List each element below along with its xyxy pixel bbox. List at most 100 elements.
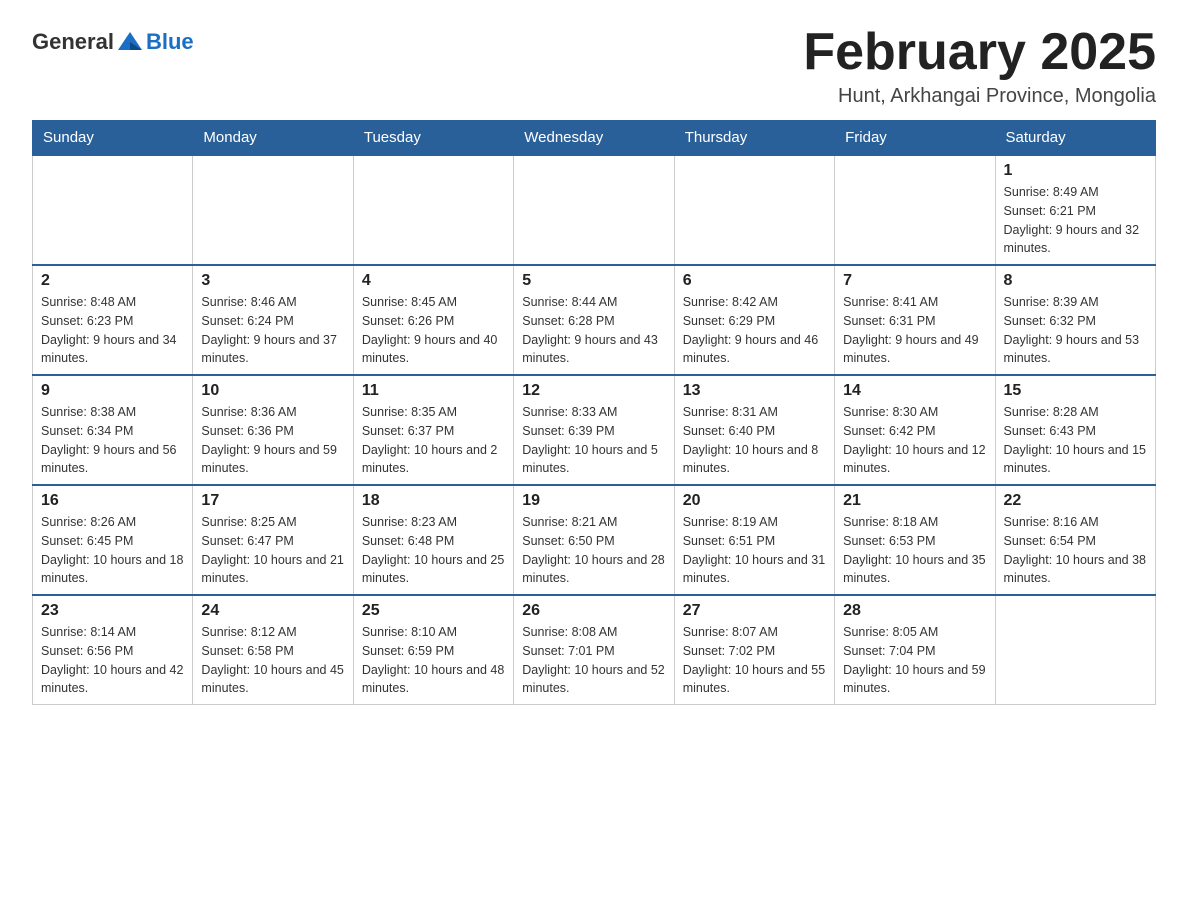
day-number: 4 <box>362 272 505 290</box>
day-number: 15 <box>1004 382 1147 400</box>
day-info: Sunrise: 8:23 AM Sunset: 6:48 PM Dayligh… <box>362 513 505 588</box>
calendar-day: 22 Sunrise: 8:16 AM Sunset: 6:54 PM Dayli… <box>995 485 1155 595</box>
day-info: Sunrise: 8:19 AM Sunset: 6:51 PM Dayligh… <box>683 513 826 588</box>
weekday-header-thursday: Thursday <box>674 121 834 156</box>
day-info: Sunrise: 8:31 AM Sunset: 6:40 PM Dayligh… <box>683 403 826 478</box>
day-number: 13 <box>683 382 826 400</box>
day-number: 25 <box>362 602 505 620</box>
day-number: 26 <box>522 602 665 620</box>
calendar-day: 21 Sunrise: 8:18 AM Sunset: 6:53 PM Dayli… <box>835 485 995 595</box>
day-number: 11 <box>362 382 505 400</box>
day-info: Sunrise: 8:33 AM Sunset: 6:39 PM Dayligh… <box>522 403 665 478</box>
day-info: Sunrise: 8:18 AM Sunset: 6:53 PM Dayligh… <box>843 513 986 588</box>
calendar-week-row: 1 Sunrise: 8:49 AM Sunset: 6:21 PM Daylig… <box>33 155 1156 265</box>
calendar-day: 7 Sunrise: 8:41 AM Sunset: 6:31 PM Daylig… <box>835 265 995 375</box>
day-info: Sunrise: 8:39 AM Sunset: 6:32 PM Dayligh… <box>1004 293 1147 368</box>
calendar-day: 14 Sunrise: 8:30 AM Sunset: 6:42 PM Dayli… <box>835 375 995 485</box>
calendar-day: 19 Sunrise: 8:21 AM Sunset: 6:50 PM Dayli… <box>514 485 674 595</box>
month-title: February 2025 <box>803 24 1156 81</box>
calendar-day: 17 Sunrise: 8:25 AM Sunset: 6:47 PM Dayli… <box>193 485 353 595</box>
day-info: Sunrise: 8:45 AM Sunset: 6:26 PM Dayligh… <box>362 293 505 368</box>
day-number: 1 <box>1004 162 1147 180</box>
day-number: 22 <box>1004 492 1147 510</box>
calendar-header-row: SundayMondayTuesdayWednesdayThursdayFrid… <box>33 121 1156 156</box>
calendar-day: 25 Sunrise: 8:10 AM Sunset: 6:59 PM Dayli… <box>353 595 513 705</box>
day-number: 27 <box>683 602 826 620</box>
calendar-day: 24 Sunrise: 8:12 AM Sunset: 6:58 PM Dayli… <box>193 595 353 705</box>
day-info: Sunrise: 8:49 AM Sunset: 6:21 PM Dayligh… <box>1004 183 1147 258</box>
day-number: 5 <box>522 272 665 290</box>
day-number: 6 <box>683 272 826 290</box>
day-info: Sunrise: 8:38 AM Sunset: 6:34 PM Dayligh… <box>41 403 184 478</box>
calendar-day: 18Sunrise: 8:23 AM Sunset: 6:48 PM Dayli… <box>353 485 513 595</box>
calendar-day <box>674 155 834 265</box>
day-info: Sunrise: 8:10 AM Sunset: 6:59 PM Dayligh… <box>362 623 505 698</box>
day-info: Sunrise: 8:48 AM Sunset: 6:23 PM Dayligh… <box>41 293 184 368</box>
logo: General Blue <box>32 28 194 56</box>
calendar-day: 13 Sunrise: 8:31 AM Sunset: 6:40 PM Dayli… <box>674 375 834 485</box>
day-number: 9 <box>41 382 184 400</box>
weekday-header-sunday: Sunday <box>33 121 193 156</box>
calendar-day: 8 Sunrise: 8:39 AM Sunset: 6:32 PM Daylig… <box>995 265 1155 375</box>
day-info: Sunrise: 8:35 AM Sunset: 6:37 PM Dayligh… <box>362 403 505 478</box>
calendar-week-row: 16 Sunrise: 8:26 AM Sunset: 6:45 PM Dayli… <box>33 485 1156 595</box>
day-number: 16 <box>41 492 184 510</box>
day-number: 17 <box>201 492 344 510</box>
day-info: Sunrise: 8:44 AM Sunset: 6:28 PM Dayligh… <box>522 293 665 368</box>
day-number: 14 <box>843 382 986 400</box>
weekday-header-tuesday: Tuesday <box>353 121 513 156</box>
calendar-table: SundayMondayTuesdayWednesdayThursdayFrid… <box>32 120 1156 705</box>
calendar-day: 26 Sunrise: 8:08 AM Sunset: 7:01 PM Dayli… <box>514 595 674 705</box>
calendar-day <box>193 155 353 265</box>
day-number: 24 <box>201 602 344 620</box>
calendar-day: 20Sunrise: 8:19 AM Sunset: 6:51 PM Dayli… <box>674 485 834 595</box>
calendar-day: 11 Sunrise: 8:35 AM Sunset: 6:37 PM Dayli… <box>353 375 513 485</box>
day-info: Sunrise: 8:08 AM Sunset: 7:01 PM Dayligh… <box>522 623 665 698</box>
day-info: Sunrise: 8:41 AM Sunset: 6:31 PM Dayligh… <box>843 293 986 368</box>
day-info: Sunrise: 8:26 AM Sunset: 6:45 PM Dayligh… <box>41 513 184 588</box>
day-info: Sunrise: 8:16 AM Sunset: 6:54 PM Dayligh… <box>1004 513 1147 588</box>
day-info: Sunrise: 8:30 AM Sunset: 6:42 PM Dayligh… <box>843 403 986 478</box>
title-area: February 2025 Hunt, Arkhangai Province, … <box>803 24 1156 108</box>
day-info: Sunrise: 8:21 AM Sunset: 6:50 PM Dayligh… <box>522 513 665 588</box>
day-number: 10 <box>201 382 344 400</box>
calendar-day: 9 Sunrise: 8:38 AM Sunset: 6:34 PM Daylig… <box>33 375 193 485</box>
day-number: 7 <box>843 272 986 290</box>
calendar-day <box>835 155 995 265</box>
calendar-day: 27Sunrise: 8:07 AM Sunset: 7:02 PM Dayli… <box>674 595 834 705</box>
day-info: Sunrise: 8:12 AM Sunset: 6:58 PM Dayligh… <box>201 623 344 698</box>
calendar-week-row: 9 Sunrise: 8:38 AM Sunset: 6:34 PM Daylig… <box>33 375 1156 485</box>
calendar-day <box>995 595 1155 705</box>
location-title: Hunt, Arkhangai Province, Mongolia <box>803 85 1156 108</box>
calendar-day: 23Sunrise: 8:14 AM Sunset: 6:56 PM Dayli… <box>33 595 193 705</box>
day-info: Sunrise: 8:46 AM Sunset: 6:24 PM Dayligh… <box>201 293 344 368</box>
day-number: 19 <box>522 492 665 510</box>
day-number: 28 <box>843 602 986 620</box>
weekday-header-friday: Friday <box>835 121 995 156</box>
calendar-day <box>33 155 193 265</box>
calendar-day: 10 Sunrise: 8:36 AM Sunset: 6:36 PM Dayli… <box>193 375 353 485</box>
calendar-day <box>353 155 513 265</box>
day-number: 12 <box>522 382 665 400</box>
calendar-day: 2 Sunrise: 8:48 AM Sunset: 6:23 PM Daylig… <box>33 265 193 375</box>
day-number: 21 <box>843 492 986 510</box>
logo-icon <box>116 28 144 56</box>
day-number: 2 <box>41 272 184 290</box>
calendar-day: 16 Sunrise: 8:26 AM Sunset: 6:45 PM Dayli… <box>33 485 193 595</box>
calendar-day: 12 Sunrise: 8:33 AM Sunset: 6:39 PM Dayli… <box>514 375 674 485</box>
page-header: General Blue February 2025 Hunt, Arkhang… <box>32 24 1156 108</box>
day-info: Sunrise: 8:36 AM Sunset: 6:36 PM Dayligh… <box>201 403 344 478</box>
calendar-day: 4 Sunrise: 8:45 AM Sunset: 6:26 PM Daylig… <box>353 265 513 375</box>
day-info: Sunrise: 8:28 AM Sunset: 6:43 PM Dayligh… <box>1004 403 1147 478</box>
calendar-week-row: 2 Sunrise: 8:48 AM Sunset: 6:23 PM Daylig… <box>33 265 1156 375</box>
calendar-day: 6 Sunrise: 8:42 AM Sunset: 6:29 PM Daylig… <box>674 265 834 375</box>
day-info: Sunrise: 8:42 AM Sunset: 6:29 PM Dayligh… <box>683 293 826 368</box>
calendar-day <box>514 155 674 265</box>
weekday-header-wednesday: Wednesday <box>514 121 674 156</box>
calendar-day: 1 Sunrise: 8:49 AM Sunset: 6:21 PM Daylig… <box>995 155 1155 265</box>
day-number: 8 <box>1004 272 1147 290</box>
calendar-day: 5 Sunrise: 8:44 AM Sunset: 6:28 PM Daylig… <box>514 265 674 375</box>
logo-general-text: General <box>32 29 114 55</box>
calendar-day: 28Sunrise: 8:05 AM Sunset: 7:04 PM Dayli… <box>835 595 995 705</box>
day-info: Sunrise: 8:25 AM Sunset: 6:47 PM Dayligh… <box>201 513 344 588</box>
